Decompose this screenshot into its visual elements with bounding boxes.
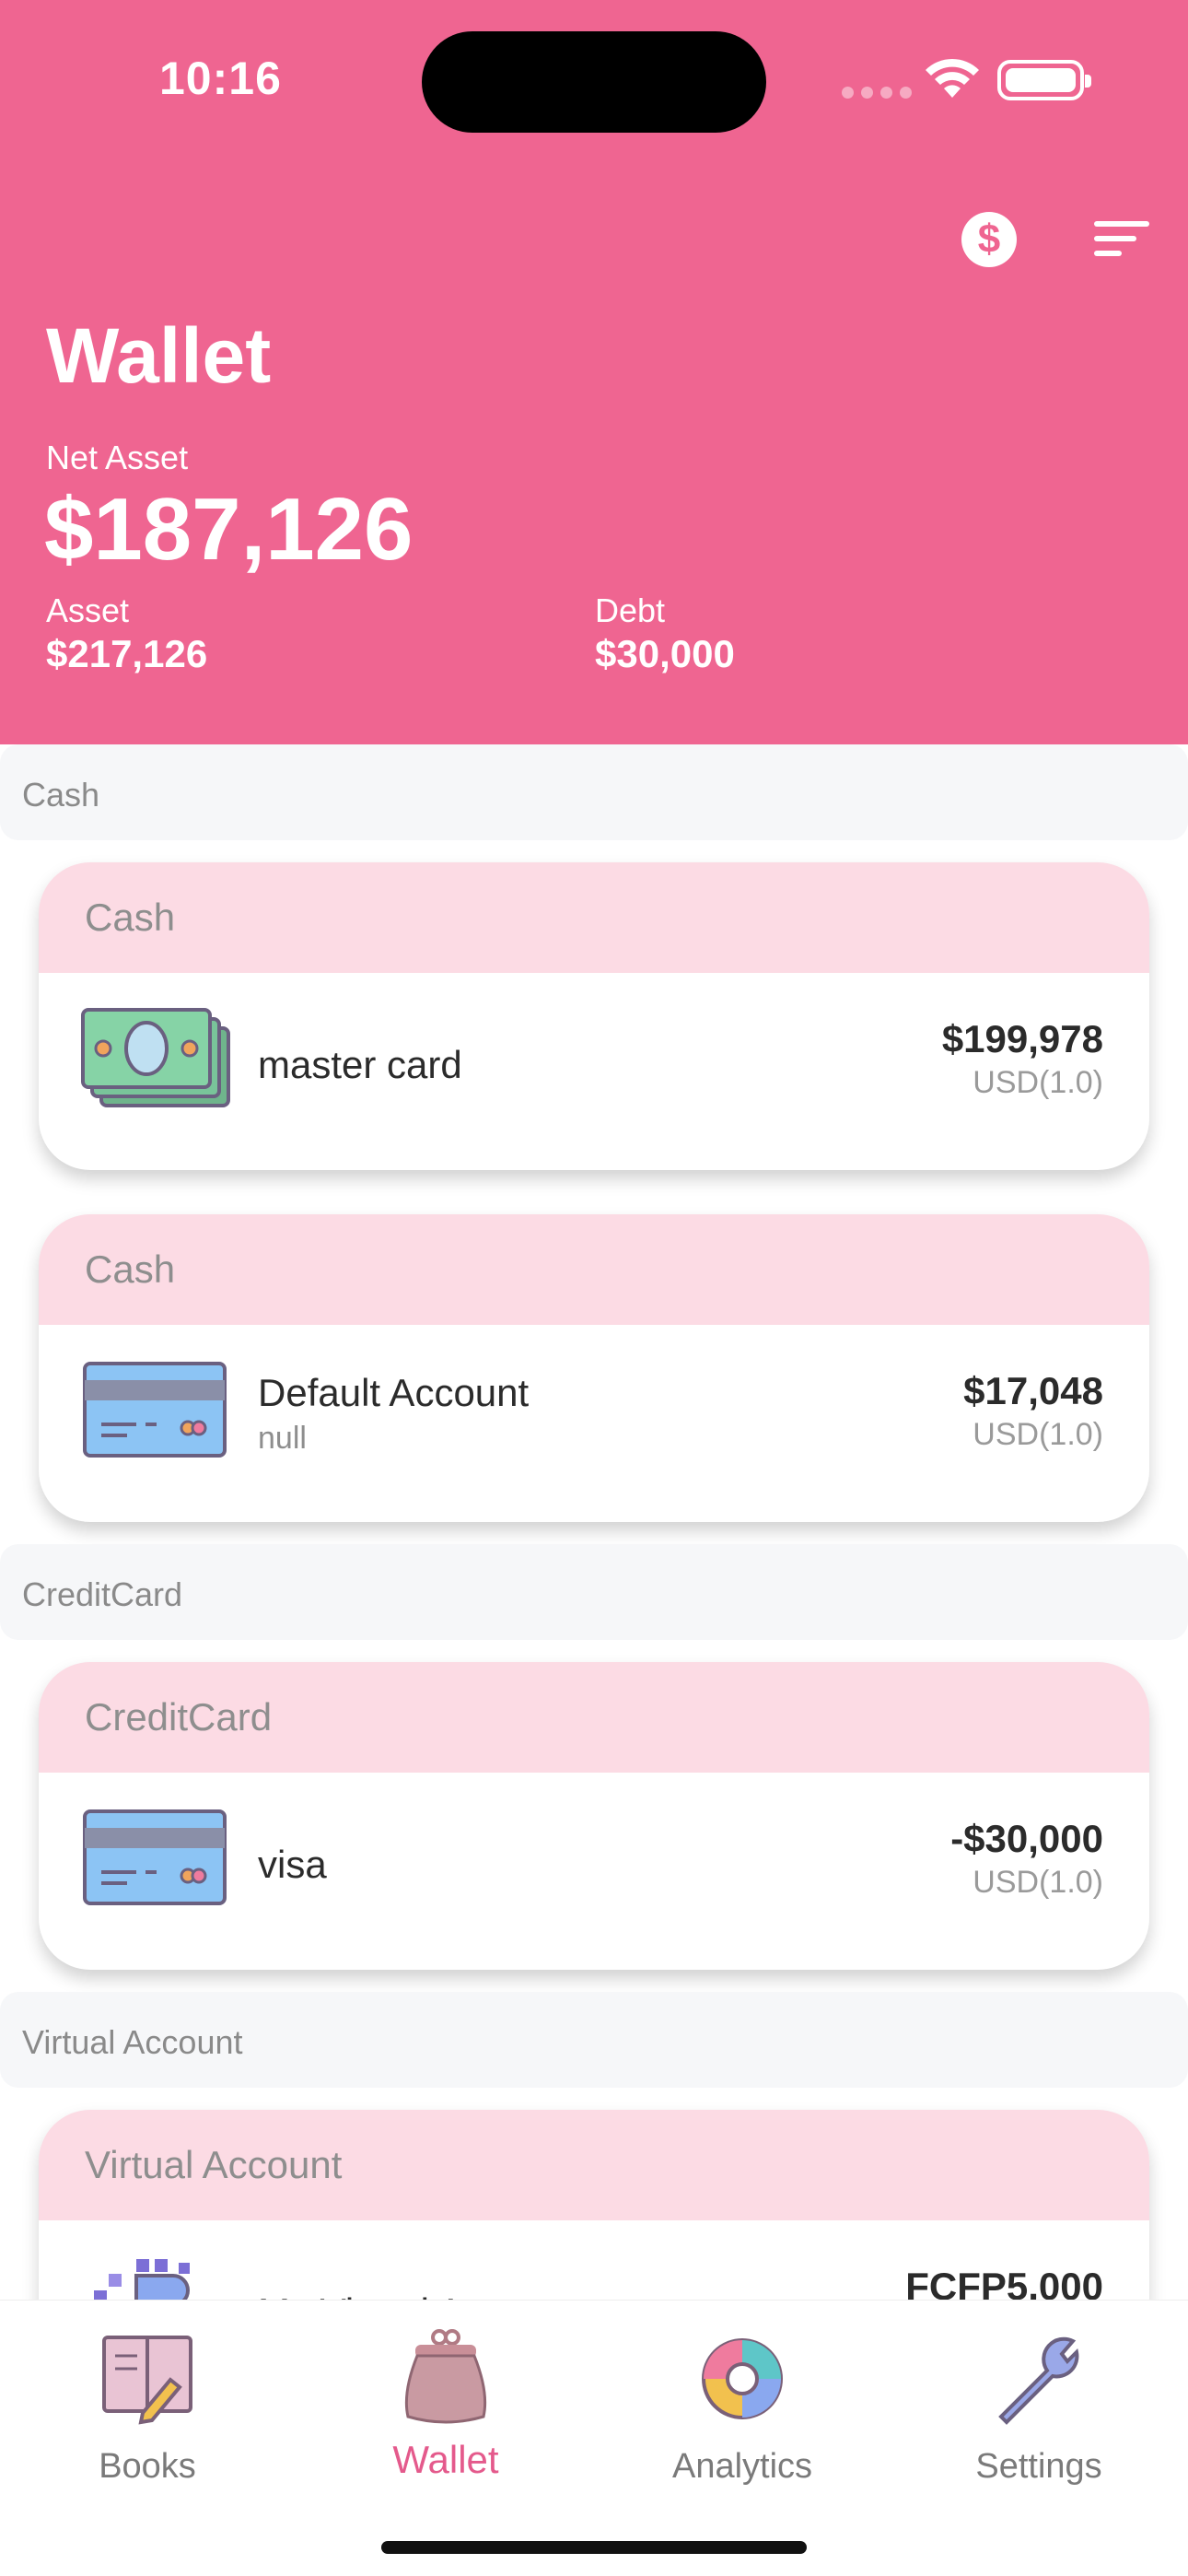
- asset-label: Asset: [46, 591, 130, 629]
- debt-label: Debt: [595, 591, 666, 629]
- wallet-purse-icon: [404, 2329, 487, 2424]
- bank-card-icon: [83, 1362, 227, 1458]
- net-asset-value: $187,126: [44, 480, 413, 579]
- account-name: visa: [258, 1843, 327, 1886]
- account-currency-rate: USD(1.0): [973, 1065, 1103, 1100]
- battery-icon: [997, 60, 1091, 100]
- account-currency-rate: USD(1.0): [973, 1865, 1103, 1900]
- tab-settings[interactable]: Settings: [938, 2328, 1140, 2487]
- pie-chart-icon: [702, 2338, 783, 2419]
- page-title: Wallet: [46, 312, 272, 399]
- card-header: Cash: [39, 862, 1149, 973]
- dollar-icon: $: [977, 217, 1001, 262]
- sort-button[interactable]: [1094, 221, 1149, 260]
- account-card[interactable]: Cash Default Account null $17,048 USD(1.…: [39, 1214, 1149, 1522]
- tab-wallet[interactable]: Wallet: [344, 2328, 547, 2482]
- tab-analytics[interactable]: Analytics: [641, 2328, 844, 2487]
- dynamic-island: [422, 31, 766, 133]
- status-time: 10:16: [159, 53, 282, 104]
- net-asset-label: Net Asset: [46, 439, 189, 476]
- asset-value: $217,126: [46, 632, 208, 675]
- account-currency-rate: USD(1.0): [973, 1417, 1103, 1452]
- account-amount: $17,048: [963, 1369, 1103, 1412]
- tab-label: Wallet: [392, 2438, 499, 2481]
- currency-button[interactable]: $: [961, 212, 1017, 267]
- card-header: Virtual Account: [39, 2110, 1149, 2220]
- bank-card-icon: [83, 1809, 227, 1905]
- debt-value: $30,000: [595, 632, 735, 675]
- books-icon: [102, 2336, 192, 2425]
- tab-label: Settings: [975, 2447, 1102, 2486]
- account-name: master card: [258, 1043, 462, 1086]
- account-amount: $199,978: [941, 1017, 1103, 1060]
- home-indicator: [381, 2541, 807, 2554]
- card-header: Cash: [39, 1214, 1149, 1325]
- account-card[interactable]: CreditCard visa -$30,000 USD(1.0): [39, 1662, 1149, 1970]
- account-amount: -$30,000: [950, 1817, 1103, 1860]
- wrench-icon: [998, 2336, 1079, 2425]
- account-name: Default Account: [258, 1371, 530, 1414]
- wallet-header: 10:16 $ Wallet Net Asset $187,126 Asset …: [0, 0, 1188, 744]
- bottom-tab-bar: Books Wallet Analytics Settings: [0, 2300, 1188, 2576]
- tab-label: Books: [99, 2447, 196, 2486]
- section-header-creditcard: CreditCard: [0, 1544, 1188, 1640]
- wifi-icon: [926, 58, 979, 98]
- tab-books[interactable]: Books: [46, 2328, 249, 2487]
- cash-bills-icon: [81, 1008, 230, 1107]
- account-note: null: [258, 1421, 307, 1456]
- account-card[interactable]: Cash master card $199,978 USD(1.0): [39, 862, 1149, 1170]
- tab-label: Analytics: [671, 2447, 813, 2486]
- card-header: CreditCard: [39, 1662, 1149, 1773]
- cellular-signal-icon: [842, 87, 912, 99]
- section-header-cash: Cash: [0, 744, 1188, 840]
- section-header-virtual-account: Virtual Account: [0, 1992, 1188, 2088]
